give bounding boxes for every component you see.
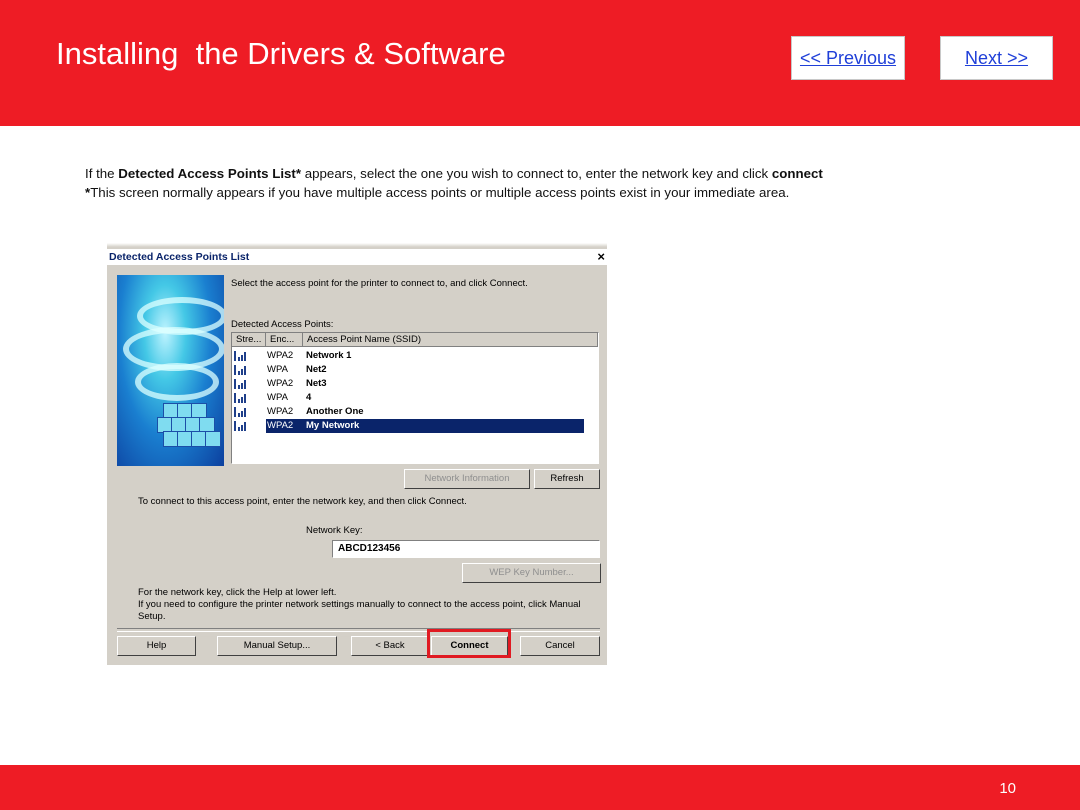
wireless-illustration: [117, 275, 224, 466]
ssid-cell: Net3: [306, 378, 327, 389]
refresh-button[interactable]: Refresh: [534, 469, 600, 489]
intro-line-2: *This screen normally appears if you hav…: [85, 183, 823, 202]
signal-strength-icon: [234, 365, 246, 375]
dialog-separator: [117, 628, 600, 632]
manual-setup-button[interactable]: Manual Setup...: [217, 636, 337, 656]
previous-button[interactable]: << Previous: [791, 36, 905, 80]
ssid-cell: Another One: [306, 406, 364, 417]
column-header-ssid[interactable]: Access Point Name (SSID): [303, 333, 598, 347]
column-header-strength[interactable]: Stre...: [232, 333, 266, 347]
wep-key-number-button[interactable]: WEP Key Number...: [462, 563, 601, 583]
network-key-field[interactable]: ABCD123456: [332, 540, 600, 558]
encryption-cell: WPA2: [267, 378, 294, 389]
back-button[interactable]: < Back: [351, 636, 429, 656]
help-button[interactable]: Help: [117, 636, 196, 656]
ssid-cell: Net2: [306, 364, 327, 375]
intro-text: If the Detected Access Points List* appe…: [85, 164, 823, 202]
previous-link[interactable]: << Previous: [800, 48, 896, 69]
help-text-line-3: Setup.: [138, 611, 166, 622]
dialog-title-bar: Detected Access Points List ×: [107, 249, 607, 265]
connect-highlight-box: [427, 629, 511, 658]
help-text-line-2: If you need to configure the printer net…: [138, 599, 581, 610]
ssid-cell: Network 1: [306, 350, 352, 361]
access-point-row[interactable]: WPA Net2: [232, 363, 584, 377]
signal-strength-icon: [234, 351, 246, 361]
detected-access-points-dialog: Detected Access Points List × Select the…: [107, 243, 607, 665]
connect-instruction: To connect to this access point, enter t…: [138, 496, 467, 507]
footer-bar: 10: [0, 765, 1080, 810]
signal-strength-icon: [234, 421, 246, 431]
access-point-row-selected[interactable]: WPA2 My Network: [232, 419, 584, 433]
encryption-cell: WPA: [267, 392, 288, 403]
intro-bold-connect: connect: [771, 166, 823, 181]
footnote-text: This screen normally appears if you have…: [90, 185, 790, 200]
page-title: Installing the Drivers & Software: [56, 36, 506, 71]
access-point-row[interactable]: WPA2 Network 1: [232, 349, 584, 363]
access-point-row[interactable]: WPA2 Net3: [232, 377, 584, 391]
network-key-label: Network Key:: [306, 525, 363, 536]
intro-text-part: appears, select the one you wish to conn…: [301, 166, 772, 181]
intro-bold-list-name: Detected Access Points List*: [118, 166, 302, 181]
intro-text-part: If the: [85, 166, 119, 181]
access-point-row[interactable]: WPA2 Another One: [232, 405, 584, 419]
signal-strength-icon: [234, 379, 246, 389]
encryption-cell: WPA2: [267, 350, 294, 361]
ring-shape: [135, 363, 219, 401]
cancel-button[interactable]: Cancel: [520, 636, 600, 656]
access-point-list[interactable]: Stre... Enc... Access Point Name (SSID) …: [231, 332, 599, 464]
ssid-cell: 4: [306, 392, 312, 403]
dialog-title: Detected Access Points List: [109, 251, 250, 263]
encryption-cell: WPA2: [267, 406, 294, 417]
list-label: Detected Access Points:: [231, 319, 334, 330]
access-point-row[interactable]: WPA 4: [232, 391, 584, 405]
next-link[interactable]: Next >>: [965, 48, 1028, 69]
signal-strength-icon: [234, 407, 246, 417]
encryption-cell: WPA: [267, 364, 288, 375]
network-information-button[interactable]: Network Information: [404, 469, 530, 489]
cube-shape: [205, 431, 221, 447]
next-button[interactable]: Next >>: [940, 36, 1053, 80]
encryption-cell: WPA2: [267, 420, 294, 431]
page-number: 10: [999, 780, 1016, 797]
close-icon[interactable]: ×: [597, 249, 605, 264]
dialog-top-edge: [107, 243, 607, 247]
intro-line-1: If the Detected Access Points List* appe…: [85, 164, 823, 183]
column-header-encryption[interactable]: Enc...: [266, 333, 303, 347]
header-bar: Installing the Drivers & Software << Pre…: [0, 0, 1080, 126]
help-text-line-1: For the network key, click the Help at l…: [138, 587, 337, 598]
dialog-instruction: Select the access point for the printer …: [231, 278, 528, 289]
ssid-cell: My Network: [306, 420, 360, 431]
signal-strength-icon: [234, 393, 246, 403]
list-header: Stre... Enc... Access Point Name (SSID): [232, 333, 598, 347]
